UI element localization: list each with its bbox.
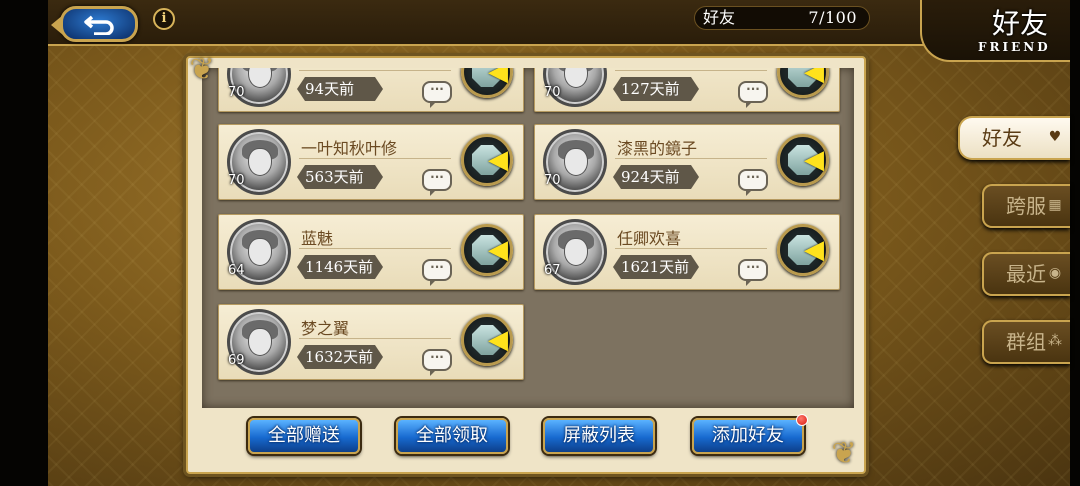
friend-level: 70 <box>544 173 561 188</box>
last-login: 1621天前 <box>613 255 699 279</box>
send-gift-button[interactable]: ◀ <box>777 134 829 186</box>
chat-icon[interactable]: ··· <box>422 259 452 286</box>
tab-friends[interactable]: 好友 ♥ <box>958 116 1070 160</box>
people-icon: ◉ <box>1048 265 1062 281</box>
tab-recent-label: 最近 <box>1006 262 1046 286</box>
friend-name: 漆黑的鏡子 <box>617 139 698 158</box>
friend-name: 蓝魅 <box>301 229 334 248</box>
last-login: 1632天前 <box>297 345 383 369</box>
send-all-button[interactable]: 全部赠送 <box>248 418 360 454</box>
server-icon: ▦ <box>1048 197 1062 213</box>
back-button[interactable] <box>51 6 138 42</box>
notification-dot <box>796 414 808 426</box>
chat-icon[interactable]: ··· <box>422 169 452 196</box>
page-title: 好友 <box>992 7 1049 40</box>
send-gift-button[interactable]: ◀ <box>461 224 513 276</box>
add-friend-button[interactable]: 添加好友 <box>692 418 804 454</box>
friend-card[interactable]: 67 任卿欢喜 1621天前 ··· ◀ <box>534 214 840 290</box>
friend-name: 梦之翼 <box>301 319 350 338</box>
send-gift-button[interactable]: ◀ <box>461 68 513 98</box>
top-bar <box>48 0 1070 46</box>
last-login: 563天前 <box>297 165 383 189</box>
gift-arrow-icon: ◀ <box>488 235 508 265</box>
gift-arrow-icon: ◀ <box>488 68 508 87</box>
last-login: 94天前 <box>297 77 383 101</box>
corner-ornament-icon: ❦ <box>831 436 857 471</box>
receive-all-button[interactable]: 全部领取 <box>396 418 508 454</box>
handshake-icon: ♥ <box>1048 129 1062 145</box>
page-title-en: FRIEND <box>978 40 1051 54</box>
friend-count-label: 好友 <box>703 8 736 27</box>
friend-level: 70 <box>544 85 561 100</box>
left-edge <box>0 0 48 486</box>
back-arrow-icon <box>84 15 114 35</box>
gift-arrow-icon: ◀ <box>804 68 824 87</box>
friend-name: 任卿欢喜 <box>617 229 682 248</box>
last-login: 127天前 <box>613 77 699 101</box>
chat-icon[interactable]: ··· <box>738 81 768 108</box>
friend-count-value: 7/100 <box>808 8 857 27</box>
tab-cross-server[interactable]: 跨服 ▦ <box>982 184 1070 228</box>
tab-cross-server-label: 跨服 <box>1006 194 1046 218</box>
friend-card[interactable]: 64 蓝魅 1146天前 ··· ◀ <box>218 214 524 290</box>
friend-name: 一叶知秋叶修 <box>301 139 398 158</box>
group-icon: ⁂ <box>1048 333 1062 349</box>
last-login: 1146天前 <box>297 255 383 279</box>
send-gift-button[interactable]: ◀ <box>461 314 513 366</box>
friend-level: 70 <box>228 173 245 188</box>
send-gift-button[interactable]: ◀ <box>777 224 829 276</box>
gift-arrow-icon: ◀ <box>804 145 824 175</box>
friend-list-scroll[interactable]: 70 94天前 ··· ◀ 70 127天前 ··· ◀ 70 一叶知秋叶修 5… <box>202 68 854 408</box>
friend-count: 好友 7/100 <box>694 6 870 30</box>
friend-card[interactable]: 70 一叶知秋叶修 563天前 ··· ◀ <box>218 124 524 200</box>
friend-level: 69 <box>228 353 245 368</box>
chat-icon[interactable]: ··· <box>738 169 768 196</box>
gift-arrow-icon: ◀ <box>804 235 824 265</box>
tab-friends-label: 好友 <box>982 126 1022 150</box>
friend-list-panel: 70 94天前 ··· ◀ 70 127天前 ··· ◀ 70 一叶知秋叶修 5… <box>186 56 866 474</box>
friend-card[interactable]: 70 94天前 ··· ◀ <box>218 68 524 112</box>
chat-icon[interactable]: ··· <box>422 81 452 108</box>
friend-level: 67 <box>544 263 561 278</box>
info-icon[interactable]: i <box>153 8 175 30</box>
friend-card[interactable]: 70 漆黑的鏡子 924天前 ··· ◀ <box>534 124 840 200</box>
friend-card[interactable]: 70 127天前 ··· ◀ <box>534 68 840 112</box>
right-edge <box>1070 0 1080 486</box>
chat-icon[interactable]: ··· <box>422 349 452 376</box>
send-gift-button[interactable]: ◀ <box>777 68 829 98</box>
last-login: 924天前 <box>613 165 699 189</box>
gift-arrow-icon: ◀ <box>488 145 508 175</box>
friend-level: 64 <box>228 263 245 278</box>
tab-group[interactable]: 群组 ⁂ <box>982 320 1070 364</box>
chat-icon[interactable]: ··· <box>738 259 768 286</box>
send-gift-button[interactable]: ◀ <box>461 134 513 186</box>
tab-group-label: 群组 <box>1006 330 1046 354</box>
friend-card[interactable]: 69 梦之翼 1632天前 ··· ◀ <box>218 304 524 380</box>
block-list-button[interactable]: 屏蔽列表 <box>543 418 655 454</box>
corner-ornament-icon: ❦ <box>189 52 215 87</box>
tab-recent[interactable]: 最近 ◉ <box>982 252 1070 296</box>
friend-level: 70 <box>228 85 245 100</box>
gift-arrow-icon: ◀ <box>488 325 508 355</box>
